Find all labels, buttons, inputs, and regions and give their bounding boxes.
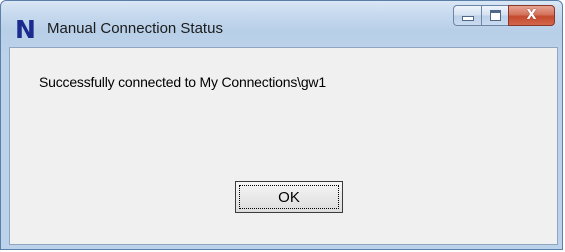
close-icon: X bbox=[526, 8, 537, 23]
ok-button[interactable]: OK bbox=[235, 181, 343, 213]
minimize-button[interactable] bbox=[453, 5, 481, 26]
maximize-icon bbox=[489, 10, 501, 21]
title-bar[interactable]: N Manual Connection Status X bbox=[1, 1, 562, 47]
app-logo-icon: N bbox=[15, 15, 36, 44]
caption-buttons: X bbox=[453, 5, 555, 26]
ok-button-label: OK bbox=[278, 188, 300, 206]
minimize-icon bbox=[461, 16, 474, 21]
dialog-window: N Manual Connection Status X Successfull… bbox=[0, 0, 563, 250]
close-button[interactable]: X bbox=[508, 5, 555, 26]
focus-rectangle: OK bbox=[239, 185, 339, 209]
dialog-body: Successfully connected to My Connections… bbox=[9, 47, 558, 245]
maximize-button[interactable] bbox=[481, 5, 508, 26]
window-title: Manual Connection Status bbox=[47, 20, 223, 37]
status-message: Successfully connected to My Connections… bbox=[39, 74, 326, 90]
